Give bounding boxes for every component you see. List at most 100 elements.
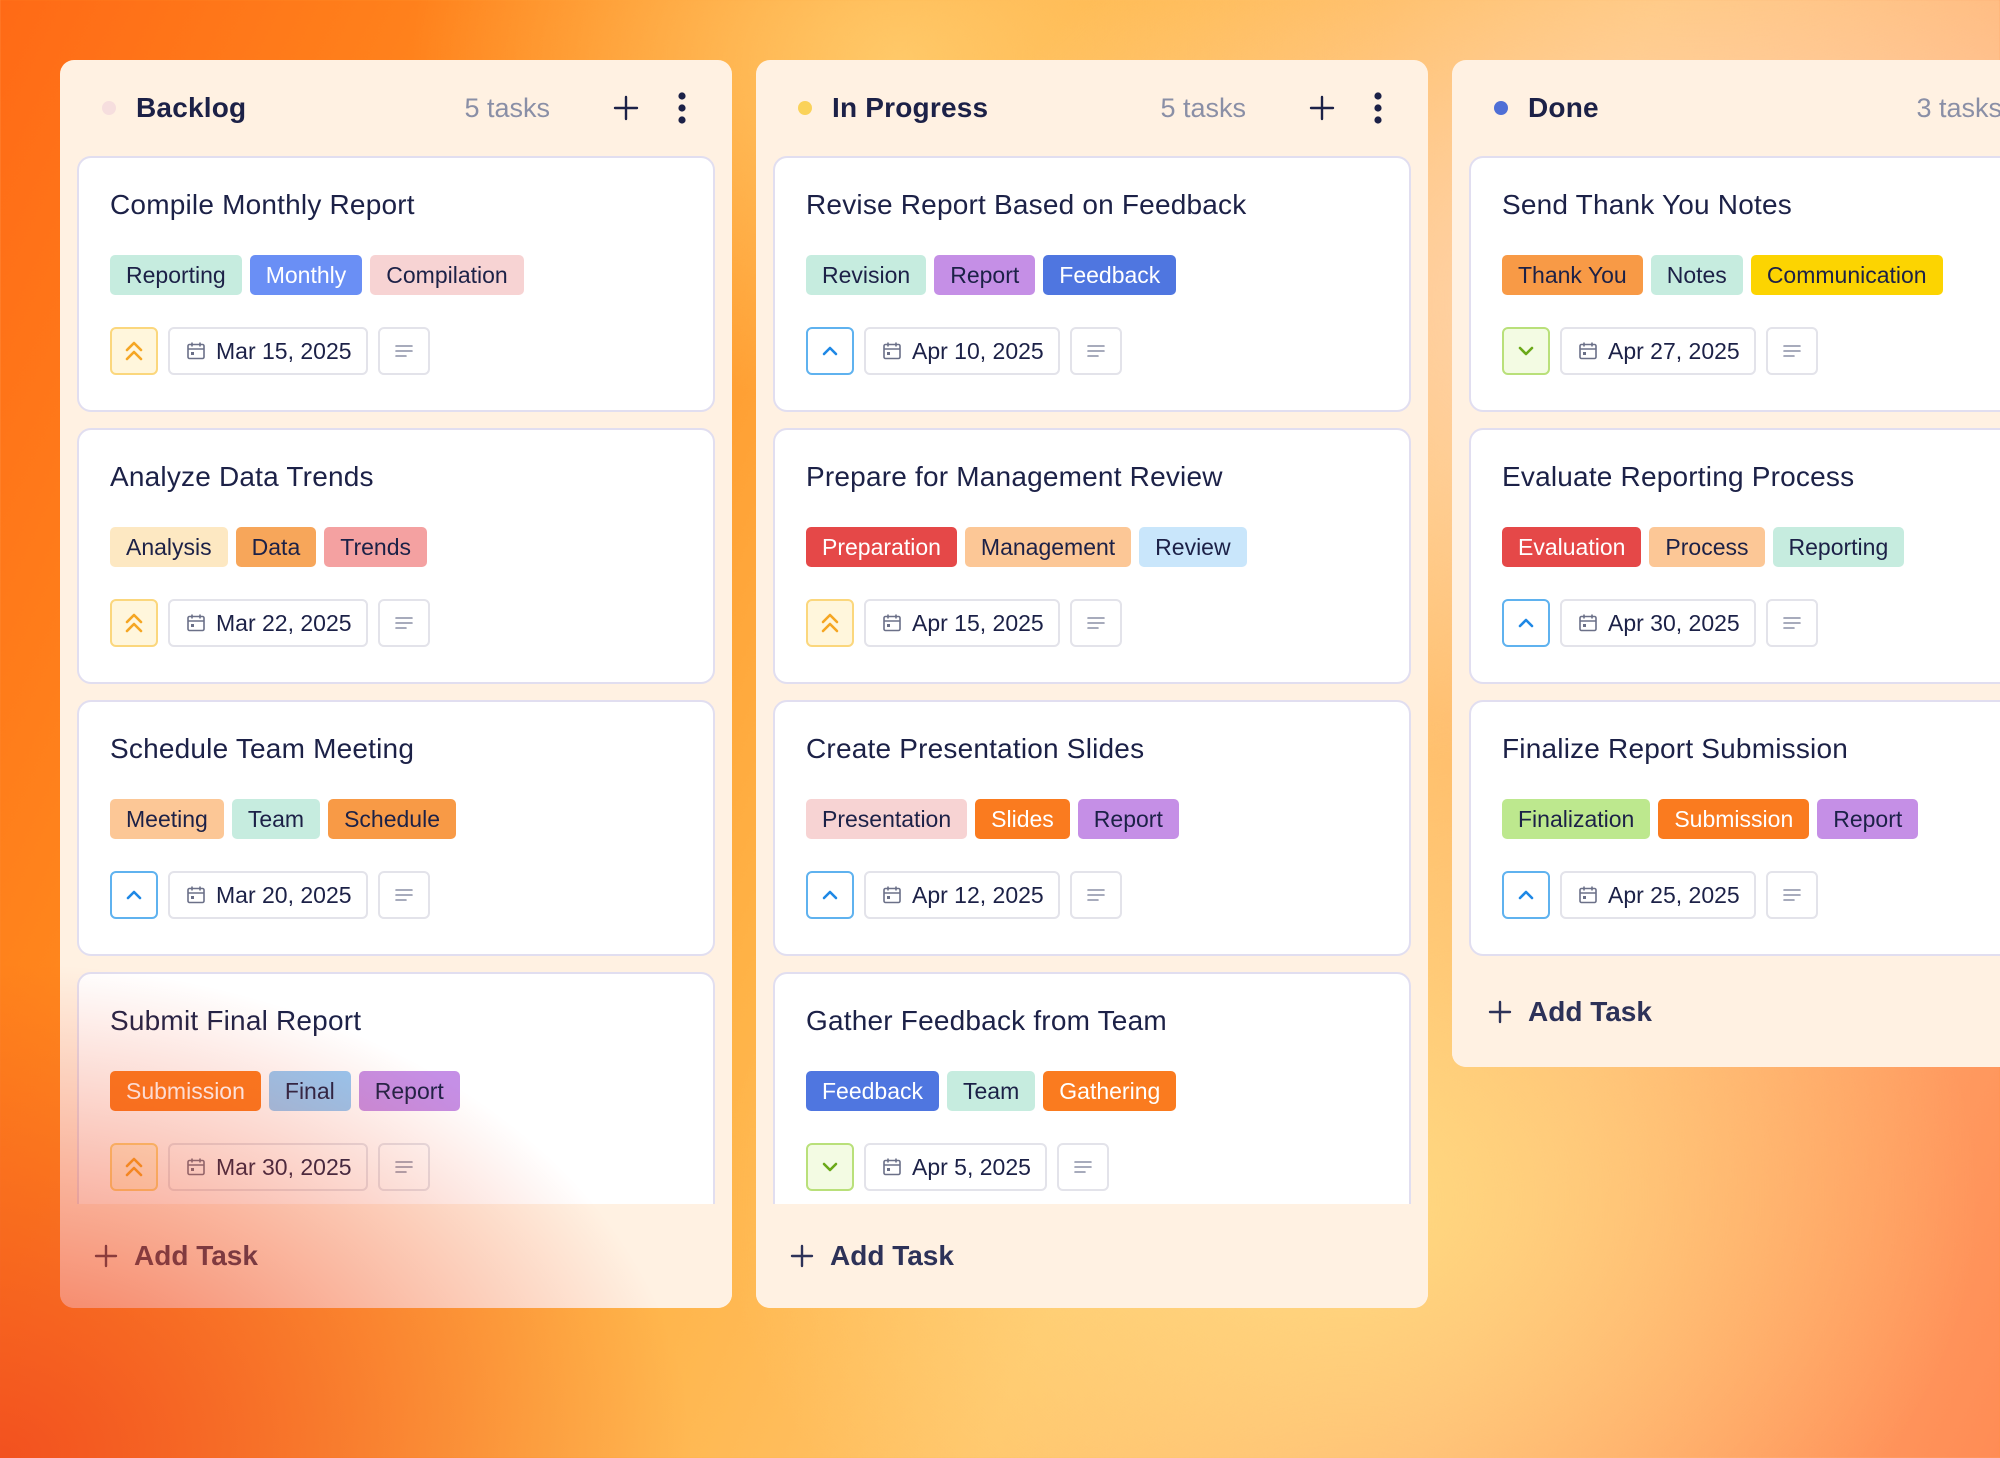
vertical-dots-icon[interactable] [1362,92,1394,124]
description-button[interactable] [1056,1143,1109,1191]
tag-list: Presentation Slides Report [806,799,1378,839]
column-title: Done [1528,92,1599,123]
description-button[interactable] [377,327,430,375]
description-button[interactable] [377,1143,430,1191]
column-header: In Progress 5 tasks [756,60,1428,156]
plus-icon[interactable] [1306,92,1338,124]
priority-badge[interactable] [806,599,854,647]
task-card[interactable]: Gather Feedback from Team Feedback Team … [773,972,1411,1204]
add-task-label: Add Task [830,1240,954,1271]
description-button[interactable] [1069,599,1122,647]
due-date-pill[interactable]: Apr 15, 2025 [864,599,1060,647]
task-meta: Apr 10, 2025 [806,327,1378,375]
column-title: Backlog [136,92,247,123]
task-card[interactable]: Analyze Data Trends Analysis Data Trends… [77,428,715,684]
due-date-pill[interactable]: Apr 25, 2025 [1560,871,1756,919]
column-task-count: 3 tasks [1916,92,2000,123]
priority-badge[interactable] [806,327,854,375]
description-button[interactable] [1765,599,1818,647]
chevron-up-icon [126,890,142,900]
calendar-icon [187,886,205,904]
priority-badge[interactable] [110,871,158,919]
vertical-dots-icon[interactable] [666,92,698,124]
tag: Team [947,1071,1036,1111]
tag: Management [964,527,1132,567]
text-lines-icon [394,345,413,357]
priority-badge[interactable] [110,1143,158,1191]
due-date-pill[interactable]: Mar 20, 2025 [168,871,368,919]
tag: Monthly [249,255,363,295]
task-card[interactable]: Create Presentation Slides Presentation … [773,700,1411,956]
add-task-button[interactable]: Add Task [756,1204,1428,1308]
due-date: Apr 30, 2025 [1608,609,1740,636]
priority-badge[interactable] [1502,871,1550,919]
tag: Report [358,1071,460,1111]
tag: Reporting [110,255,242,295]
task-card[interactable]: Finalize Report Submission Finalization … [1469,700,2000,956]
plus-icon [94,1244,118,1268]
tag: Review [1139,527,1247,567]
task-card[interactable]: Prepare for Management Review Preparatio… [773,428,1411,684]
due-date-pill[interactable]: Apr 27, 2025 [1560,327,1756,375]
due-date-pill[interactable]: Apr 30, 2025 [1560,599,1756,647]
add-task-button[interactable]: Add Task [1452,957,2000,1067]
due-date-pill[interactable]: Mar 15, 2025 [168,327,368,375]
chevron-up-icon [1518,618,1534,628]
chevron-down-icon [822,1162,838,1172]
tag: Team [231,799,321,839]
column-status-dot [798,101,812,115]
due-date: Apr 10, 2025 [912,337,1044,364]
description-button[interactable] [377,599,430,647]
priority-badge[interactable] [806,871,854,919]
card-list: Compile Monthly Report Reporting Monthly… [77,156,715,1204]
add-task-button[interactable]: Add Task [60,1204,732,1308]
priority-badge[interactable] [806,1143,854,1191]
double-chevron-up-icon [125,613,143,633]
task-card[interactable]: Schedule Team Meeting Meeting Team Sched… [77,700,715,956]
text-lines-icon [1086,617,1105,629]
task-meta: Apr 25, 2025 [1502,871,2000,919]
tag-list: Meeting Team Schedule [110,799,682,839]
column-task-count: 5 tasks [464,92,550,123]
priority-badge[interactable] [1502,327,1550,375]
description-button[interactable] [1069,871,1122,919]
plus-icon[interactable] [610,92,642,124]
double-chevron-up-icon [125,1157,143,1177]
description-button[interactable] [377,871,430,919]
chevron-up-icon [1518,890,1534,900]
tag-list: Submission Final Report [110,1071,682,1111]
tag-list: Analysis Data Trends [110,527,682,567]
task-card[interactable]: Evaluate Reporting Process Evaluation Pr… [1469,428,2000,684]
description-button[interactable] [1765,871,1818,919]
task-card[interactable]: Send Thank You Notes Thank You Notes Com… [1469,156,2000,412]
column-title: In Progress [832,92,989,123]
tag-list: Revision Report Feedback [806,255,1378,295]
task-title: Finalize Report Submission [1502,733,1849,764]
task-meta: Apr 30, 2025 [1502,599,2000,647]
task-card[interactable]: Compile Monthly Report Reporting Monthly… [77,156,715,412]
task-card[interactable]: Revise Report Based on Feedback Revision… [773,156,1411,412]
text-lines-icon [394,1161,413,1173]
task-meta: Mar 15, 2025 [110,327,682,375]
priority-badge[interactable] [1502,599,1550,647]
tag: Feedback [1043,255,1177,295]
due-date-pill[interactable]: Mar 30, 2025 [168,1143,368,1191]
due-date-pill[interactable]: Apr 12, 2025 [864,871,1060,919]
due-date: Apr 12, 2025 [912,881,1044,908]
priority-badge[interactable] [110,599,158,647]
due-date: Mar 15, 2025 [216,337,352,364]
due-date-pill[interactable]: Mar 22, 2025 [168,599,368,647]
priority-badge[interactable] [110,327,158,375]
description-button[interactable] [1069,327,1122,375]
text-lines-icon [394,617,413,629]
task-card[interactable]: Submit Final Report Submission Final Rep… [77,972,715,1204]
tag: Notes [1650,255,1743,295]
due-date-pill[interactable]: Apr 10, 2025 [864,327,1060,375]
column-in-progress: In Progress 5 tasks Revise Report Based … [756,60,1428,1308]
due-date: Apr 25, 2025 [1608,881,1740,908]
column-status-dot [102,101,116,115]
due-date-pill[interactable]: Apr 5, 2025 [864,1143,1047,1191]
text-lines-icon [1086,889,1105,901]
description-button[interactable] [1765,327,1818,375]
tag: Feedback [806,1071,940,1111]
